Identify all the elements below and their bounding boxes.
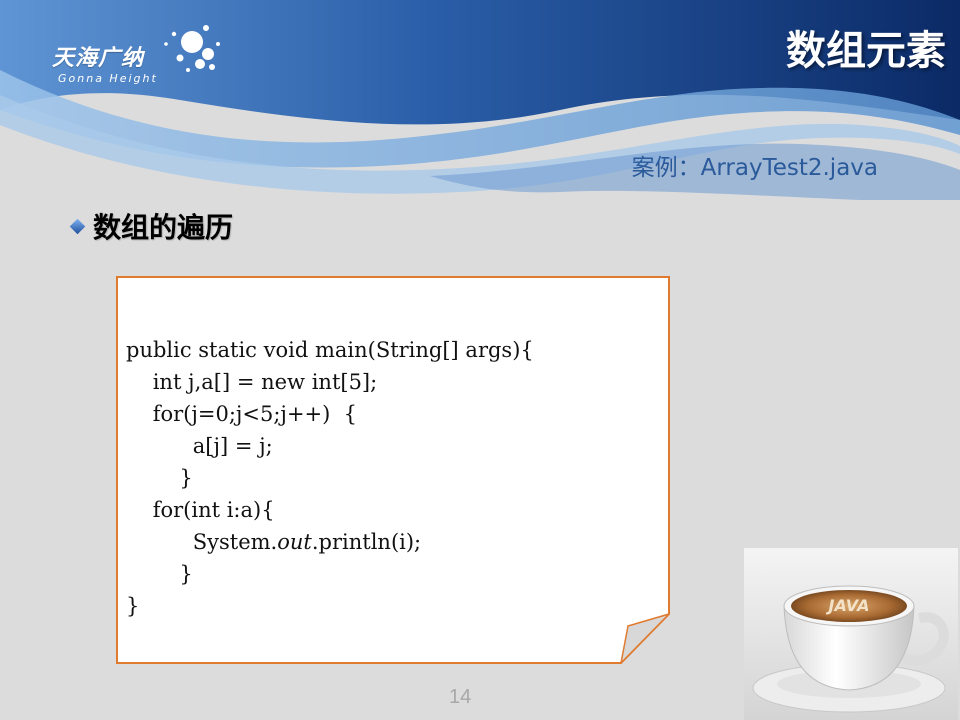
code-line: } <box>126 562 193 586</box>
page-number: 14 <box>449 686 472 708</box>
code-line: } <box>126 466 193 490</box>
logo-english-text: Gonna Height <box>58 72 158 85</box>
bullet-text: 数组的遍历 <box>93 211 234 244</box>
diamond-icon <box>69 218 86 234</box>
code-line: int j,a[] = new int[5]; <box>126 370 378 394</box>
cup-foam-text: JAVA <box>826 596 870 615</box>
code-line: public static void main(String[] args){ <box>126 338 534 362</box>
slide-title: 数组元素 <box>786 28 946 74</box>
code-line: } <box>126 594 140 618</box>
code-line: a[j] = j; <box>126 434 273 458</box>
slide: 天海广纳 Gonna Height 数组元素 案例：ArrayTest2.jav… <box>0 0 960 720</box>
logo-chinese-text: 天海广纳 <box>52 46 145 71</box>
code-line: for(int i:a){ <box>126 498 275 522</box>
code-text: System. <box>126 530 278 554</box>
code-block: public static void main(String[] args){ … <box>126 334 534 622</box>
code-text: .println(i); <box>311 530 422 554</box>
company-logo: 天海广纳 Gonna Height <box>44 20 220 90</box>
code-line: System.out.println(i); <box>126 526 534 558</box>
code-line: for(j=0;j<5;j++) { <box>126 402 358 426</box>
case-label: 案例：ArrayTest2.java <box>631 155 878 181</box>
code-italic-text: out <box>277 530 312 554</box>
code-box: public static void main(String[] args){ … <box>116 276 670 664</box>
java-coffee-cup-image: JAVA <box>744 548 958 720</box>
logo-bubbles-icon <box>164 25 220 72</box>
bullet-item: 数组的遍历 <box>69 206 234 246</box>
